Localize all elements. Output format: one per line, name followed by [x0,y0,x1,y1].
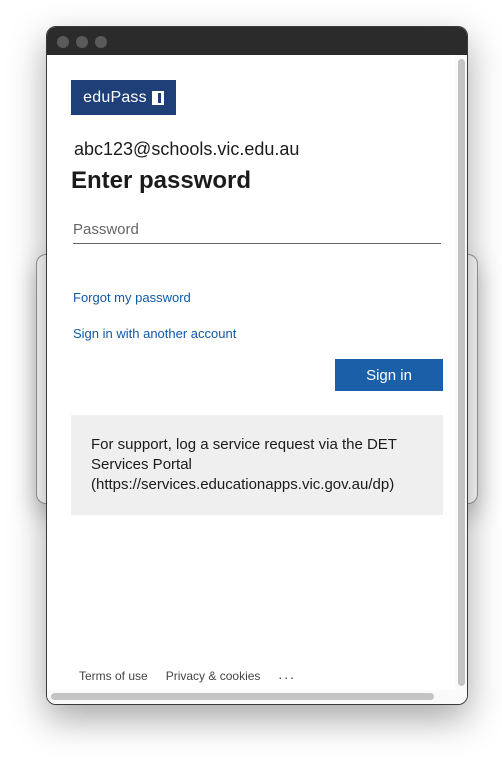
edupass-logo: eduPass [71,80,176,115]
login-window: eduPass abc123@schools.vic.edu.au Enter … [46,26,468,705]
vertical-scrollbar[interactable] [455,55,467,690]
password-field[interactable] [73,215,441,244]
account-identity: abc123@schools.vic.edu.au [74,139,300,159]
zoom-window-button[interactable] [95,36,107,48]
horizontal-scrollbar[interactable] [47,690,467,704]
book-icon [151,90,164,105]
privacy-cookies-link[interactable]: Privacy & cookies [166,669,261,683]
minimize-window-button[interactable] [76,36,88,48]
vertical-scroll-thumb[interactable] [458,59,465,686]
forgot-password-link[interactable]: Forgot my password [73,290,191,305]
logo-text: eduPass [83,88,147,106]
support-text: For support, log a service request via t… [91,436,397,493]
more-options-button[interactable]: ... [278,666,296,682]
footer: Terms of use Privacy & cookies ... [79,666,296,683]
sign-in-button[interactable]: Sign in [335,359,443,391]
title-bar [47,27,467,55]
close-window-button[interactable] [57,36,69,48]
support-notice: For support, log a service request via t… [71,415,443,515]
other-account-link[interactable]: Sign in with another account [73,326,236,341]
login-panel: eduPass abc123@schools.vic.edu.au Enter … [47,55,455,690]
horizontal-scroll-thumb[interactable] [51,693,434,700]
terms-of-use-link[interactable]: Terms of use [79,669,148,683]
page-title: Enter password [71,167,252,194]
